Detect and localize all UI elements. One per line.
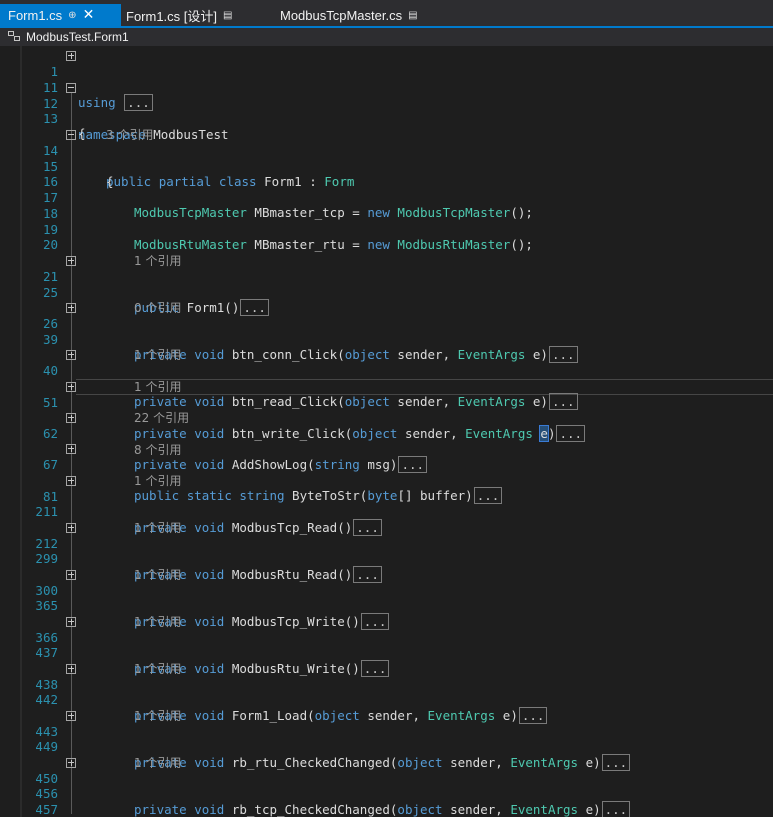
tab-form1-designer[interactable]: Form1.cs [设计] ▤ [118, 4, 232, 26]
codelens-line: 1 个引用 [0, 363, 773, 394]
lock-icon: ▤ [408, 9, 418, 21]
codelens-line: 3 个引用 [0, 111, 773, 142]
code-line: 26 private void btn_conn_Click(object se… [0, 300, 773, 363]
expand-icon[interactable] [66, 569, 76, 580]
expand-icon[interactable] [66, 663, 76, 674]
code-line: 438 private void Form1_Load(object sende… [0, 661, 773, 724]
code-line: 18 [0, 190, 773, 221]
expand-icon[interactable] [66, 710, 76, 721]
code-line: 14 public partial class Form1 : Form [0, 127, 773, 189]
collapse-icon[interactable] [66, 82, 76, 93]
code-line: 12 namespace ModbusTest [0, 80, 773, 142]
collapse-icon[interactable] [66, 129, 76, 140]
codelens-line: 1 个引用 [0, 551, 773, 582]
code-line: 62 private void AddShowLog(string msg)..… [0, 410, 773, 473]
tab-label: ModbusTcpMaster.cs [280, 7, 403, 23]
code-line: 450 private void rb_tcp_CheckedChanged(o… [0, 755, 773, 817]
lock-icon: ▤ [223, 9, 233, 21]
navigation-bar[interactable]: ModbusTest.Form1 [0, 28, 773, 46]
pin-icon[interactable]: ⊕ [68, 10, 76, 21]
code-line: 437 [0, 629, 773, 660]
codelens-line: 1 个引用 [0, 598, 773, 629]
codelens-line: 1 个引用 [0, 739, 773, 770]
code-line: 458 } [0, 801, 773, 817]
codelens-line: 1 个引用 [0, 331, 773, 362]
expand-icon[interactable] [66, 757, 76, 768]
code-line: 299 [0, 535, 773, 566]
code-line: 11 [0, 64, 773, 95]
code-line: 449 [0, 723, 773, 754]
codelens-line: 8 个引用 [0, 426, 773, 457]
document-tab-bar: Form1.cs ⊕ ✕ Form1.cs [设计] ▤ ModbusTcpMa… [0, 0, 773, 26]
codelens-line: 1 个引用 [0, 692, 773, 723]
codelens-line: 1 个引用 [0, 237, 773, 268]
code-line: 15 { [0, 143, 773, 190]
codelens-line: 1 个引用 [0, 457, 773, 488]
expand-icon[interactable] [66, 443, 76, 454]
code-line: 17 ModbusTcpMaster MBmaster_tcp = new Mo… [0, 174, 773, 221]
tab-modbustcpmaster-cs[interactable]: ModbusTcpMaster.cs ▤ [272, 4, 418, 26]
code-line: 51 private void btn_write_Click(object s… [0, 379, 773, 442]
code-line: 13 { [0, 95, 773, 142]
expand-icon[interactable] [66, 475, 76, 486]
code-line: 456 [0, 770, 773, 801]
expand-icon[interactable] [66, 381, 76, 392]
expand-icon[interactable] [66, 302, 76, 313]
code-line: 211 [0, 488, 773, 519]
code-line: 212 private void ModbusRtu_Read()... [0, 520, 773, 583]
codelens-line: 1 个引用 [0, 504, 773, 535]
code-line: 21 public Form1()... [0, 253, 773, 316]
expand-icon[interactable] [66, 255, 76, 266]
expand-icon[interactable] [66, 50, 76, 61]
code-line: 457 } [0, 786, 773, 817]
tab-form1-cs[interactable]: Form1.cs ⊕ ✕ [0, 4, 121, 26]
code-editor[interactable]: 1 using ... 11 12 namespace ModbusTest 1… [0, 46, 773, 817]
close-icon[interactable]: ✕ [83, 7, 95, 23]
codelens-line: 1 个引用 [0, 645, 773, 676]
tab-label: Form1.cs [8, 7, 63, 23]
expand-icon[interactable] [66, 616, 76, 627]
codelens-line: 22 个引用 [0, 394, 773, 425]
code-line: 19 ModbusRtuMaster MBmaster_rtu = new Mo… [0, 206, 773, 253]
class-icon [8, 31, 22, 43]
expand-icon[interactable] [66, 412, 76, 423]
class-path-dropdown[interactable]: ModbusTest.Form1 [26, 30, 129, 44]
code-line: 443 private void rb_rtu_CheckedChanged(o… [0, 708, 773, 771]
code-line: 366 private void ModbusRtu_Write()... [0, 614, 773, 677]
code-line: 365 [0, 582, 773, 613]
code-line: 81 private void ModbusTcp_Read()... [0, 473, 773, 536]
code-line: 67 public static string ByteToStr(byte[]… [0, 441, 773, 504]
code-line: 16 [0, 158, 773, 189]
code-line: 1 using ... [0, 48, 773, 111]
codelens-line: 0 个引用 [0, 284, 773, 315]
expand-icon[interactable] [66, 349, 76, 360]
expand-icon[interactable] [66, 522, 76, 533]
code-line: 442 [0, 676, 773, 707]
code-line: 25 [0, 269, 773, 300]
code-line: 20 [0, 221, 773, 252]
code-line: 39 [0, 316, 773, 347]
tab-label: Form1.cs [设计] [126, 8, 218, 24]
code-line: 40 private void btn_read_Click(object se… [0, 347, 773, 410]
code-line: 300 private void ModbusTcp_Write()... [0, 567, 773, 630]
